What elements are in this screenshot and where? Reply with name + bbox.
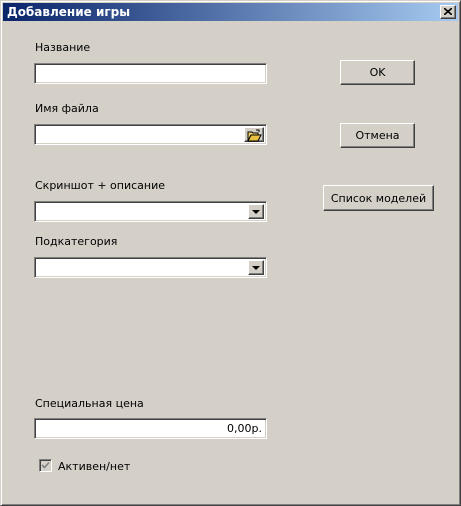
cancel-button[interactable]: Отмена	[340, 123, 415, 148]
price-field[interactable]: 0,00р.	[34, 418, 267, 439]
subcategory-select[interactable]	[34, 257, 267, 278]
browse-button[interactable]	[244, 127, 264, 142]
chevron-down-icon	[252, 266, 260, 270]
active-label: Активен/нет	[58, 460, 131, 473]
screenshot-dropdown-button[interactable]	[248, 204, 264, 219]
folder-open-icon	[247, 129, 262, 142]
title-bar[interactable]: Добавление игры	[3, 3, 458, 21]
dialog-window: Добавление игры Название Имя файла Скрин…	[0, 0, 461, 506]
name-label: Название	[35, 41, 91, 54]
subcategory-label: Подкатегория	[35, 235, 118, 248]
name-input[interactable]	[37, 66, 264, 81]
close-button[interactable]	[440, 5, 456, 19]
cancel-button-label: Отмена	[355, 129, 400, 142]
ok-button-label: OK	[369, 66, 386, 79]
ok-button[interactable]: OK	[340, 60, 415, 85]
active-checkbox[interactable]	[39, 459, 52, 472]
models-list-button[interactable]: Список моделей	[323, 185, 434, 211]
models-list-button-label: Список моделей	[330, 191, 427, 205]
check-icon	[41, 461, 50, 469]
filename-label: Имя файла	[35, 102, 99, 115]
screenshot-select[interactable]	[34, 201, 267, 222]
subcategory-dropdown-button[interactable]	[248, 260, 264, 275]
chevron-down-icon	[252, 210, 260, 214]
filename-field[interactable]	[34, 124, 267, 145]
close-icon	[444, 8, 452, 15]
name-field[interactable]	[34, 63, 267, 84]
price-value: 0,00р.	[227, 422, 262, 435]
window-title: Добавление игры	[7, 5, 131, 19]
price-label: Специальная цена	[35, 397, 144, 410]
screenshot-label: Скриншот + описание	[35, 179, 166, 192]
filename-input[interactable]	[37, 127, 242, 142]
